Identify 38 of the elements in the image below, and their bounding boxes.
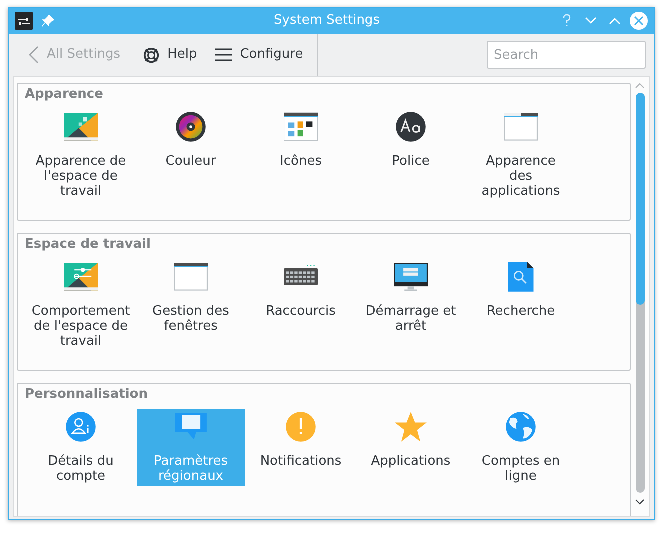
category-title: Espace de travail bbox=[24, 236, 152, 254]
settings-module[interactable]: Apparence de l'espace de travail bbox=[27, 108, 135, 200]
window-title: System Settings bbox=[273, 12, 381, 30]
settings-module[interactable]: Démarrage et arrêt bbox=[357, 258, 465, 350]
search-field[interactable]: Search bbox=[487, 41, 646, 69]
scroll-up-icon[interactable] bbox=[635, 83, 645, 89]
settings-module[interactable]: Applications bbox=[365, 408, 457, 486]
settings-module[interactable]: Notifications bbox=[254, 408, 348, 486]
menu-icon bbox=[215, 48, 232, 62]
app-icon bbox=[15, 12, 33, 30]
star-icon bbox=[394, 410, 428, 444]
settings-module[interactable]: Couleur bbox=[160, 108, 222, 200]
icon-grid-window-icon bbox=[284, 110, 318, 144]
scrollbar[interactable] bbox=[636, 93, 644, 493]
configure-button[interactable]: Configure bbox=[211, 40, 308, 70]
color-wheel-icon bbox=[174, 110, 208, 144]
settings-module[interactable]: Comptes en ligne bbox=[467, 408, 575, 486]
back-icon bbox=[29, 46, 39, 64]
close-icon[interactable] bbox=[630, 12, 648, 30]
user-info-icon bbox=[64, 410, 98, 444]
settings-module[interactable]: Gestion des fenêtres bbox=[137, 258, 245, 350]
settings-module[interactable]: Apparence des applications bbox=[467, 108, 575, 200]
pin-icon bbox=[42, 15, 54, 27]
settings-module[interactable]: Raccourcis bbox=[260, 258, 342, 350]
help-button[interactable]: Help bbox=[138, 40, 202, 70]
scrollbar-thumb[interactable] bbox=[636, 93, 644, 305]
globe-icon bbox=[504, 410, 538, 444]
category-title: Apparence bbox=[24, 86, 104, 104]
settings-module[interactable]: Icônes bbox=[274, 108, 328, 200]
warning-icon bbox=[284, 410, 318, 444]
category-title: Personnalisation bbox=[24, 386, 149, 404]
scroll-down-icon[interactable] bbox=[635, 499, 645, 505]
settings-module[interactable]: Recherche bbox=[480, 258, 562, 350]
lifebuoy-icon bbox=[142, 46, 160, 64]
settings-module[interactable]: Police bbox=[386, 108, 436, 200]
settings-module[interactable]: Comportement de l'espace de travail bbox=[27, 258, 135, 350]
settings-module[interactable]: Détails du compte bbox=[27, 408, 135, 486]
font-icon bbox=[394, 110, 428, 144]
